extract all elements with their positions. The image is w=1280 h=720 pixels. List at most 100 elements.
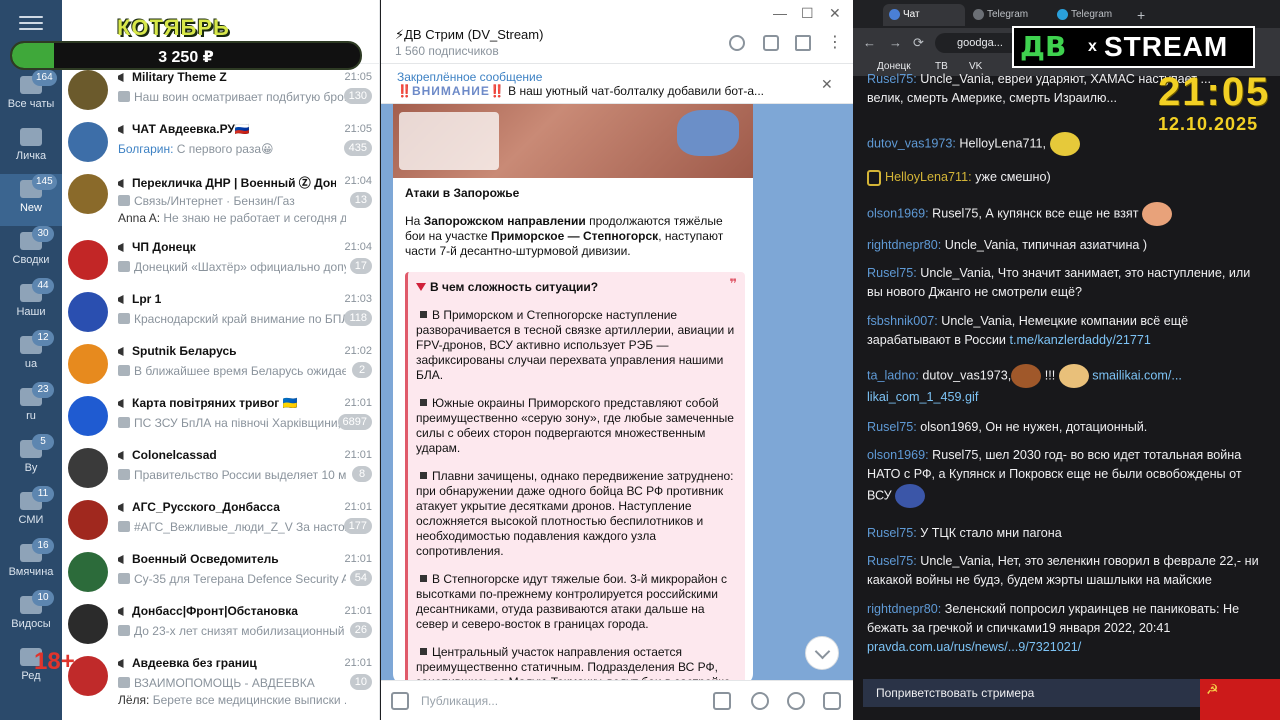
chat-list-item[interactable]: Авдеевка без границ 21:01 ВЗАИМОПОМОЩЬ -… [62, 652, 379, 707]
chat-username[interactable]: HelloyLena711: [885, 170, 972, 184]
chat-list-item[interactable]: ЧП Донецк 21:04 Донецкий «Шахтёр» официа… [62, 236, 379, 287]
rail-folder[interactable]: New 145 [0, 174, 62, 226]
back-icon[interactable]: ← [859, 32, 876, 54]
chat-username[interactable]: rightdnepr80: [867, 602, 941, 616]
close-icon[interactable]: ✕ [829, 5, 841, 22]
camera-icon[interactable] [823, 692, 841, 710]
chat-username[interactable]: rightdnepr80: [867, 238, 941, 252]
bell-icon[interactable] [751, 692, 769, 710]
more-icon[interactable]: ⋮ [827, 32, 843, 52]
greet-streamer-input[interactable]: Поприветствовать стримера [863, 679, 1217, 707]
rail-folder[interactable]: By 5 [0, 434, 62, 486]
tab-chat[interactable]: Чат [883, 4, 965, 26]
menu-icon[interactable] [19, 12, 43, 30]
rail-folder[interactable]: СМИ 11 [0, 486, 62, 538]
rail-folder[interactable]: ua 12 [0, 330, 62, 382]
media-thumb-icon [118, 469, 130, 480]
unread-badge: 23 [32, 382, 54, 398]
reload-icon[interactable]: ⟳ [909, 32, 924, 54]
tab-telegram-1[interactable]: Telegram [967, 4, 1049, 26]
new-tab-icon[interactable]: + [1133, 4, 1145, 26]
rail-folder[interactable]: Сводки 30 [0, 226, 62, 278]
chat-list-item[interactable]: Перекличка ДНР | Военный Ⓩ Доне... 21:04… [62, 170, 379, 225]
tab-telegram-2[interactable]: Telegram [1051, 4, 1133, 26]
quote-bullet: Плавни зачищены, однако передвижение зат… [416, 469, 734, 558]
channel-icon [118, 125, 124, 134]
rail-folder-label: Вмячина [8, 566, 54, 578]
minimize-icon[interactable]: — [773, 5, 787, 21]
rail-folder[interactable]: Вмячина 16 [0, 538, 62, 590]
chat-username[interactable]: Rusel75: [867, 72, 917, 86]
chat-username[interactable]: fsbshnik007: [867, 314, 938, 328]
tab-strip: Чат Telegram Telegram + [853, 0, 1280, 28]
unread-badge: 10 [32, 590, 54, 606]
bullet-icon [420, 399, 427, 406]
attach-icon[interactable] [391, 692, 409, 710]
post-map-image[interactable] [393, 104, 753, 178]
chat-link[interactable]: pravda.com.ua/rus/news/...9/7321021/ [867, 640, 1081, 654]
chat-list-item[interactable]: Military Theme Z 21:05 Наш воин осматрив… [62, 66, 379, 117]
chat-list-item[interactable]: Colonelcassad 21:01 Правительство России… [62, 444, 379, 495]
chat-list-item[interactable]: Военный Осведомитель 21:01 Су-35 для Тег… [62, 548, 379, 599]
schedule-icon[interactable] [713, 692, 731, 710]
chat-username[interactable]: Rusel75: [867, 526, 917, 540]
rail-folder[interactable]: ru 23 [0, 382, 62, 434]
pinned-message[interactable]: Закреплённое сообщение ‼️ВНИМАНИЕ‼️ В на… [381, 64, 853, 104]
channel-title[interactable]: ⚡ДВ Стрим (DV_Stream) [395, 27, 543, 43]
emoji-icon[interactable] [787, 692, 805, 710]
unread-badge: 11 [32, 486, 54, 502]
chat-link[interactable]: t.me/kanzlerdaddy/21771 [1009, 333, 1150, 347]
chat-preview: В ближайшее время Беларусь ожидает ... [118, 364, 346, 378]
chat-link[interactable]: smailikai.com/... [1092, 368, 1182, 382]
rail-folder[interactable]: Видосы 10 [0, 590, 62, 642]
chat-username[interactable]: dutov_vas1973: [867, 136, 956, 150]
chat-list-item[interactable]: ЧАТ Авдеевка.РУ🇷🇺 21:05 Болгарин: С перв… [62, 118, 379, 169]
chat-link[interactable]: likai_com_1_459.gif [867, 390, 978, 404]
age-rating: 18+ [34, 648, 75, 675]
chat-list: Military Theme Z 21:05 Наш воин осматрив… [62, 0, 380, 720]
chat-list-item[interactable]: Карта повітряних тривог 🇺🇦 21:01 ПС ЗСУ … [62, 392, 379, 443]
forward-icon[interactable]: → [885, 32, 902, 54]
channel-header: — ☐ ✕ ⚡ДВ Стрим (DV_Stream) 1 560 подпис… [381, 0, 853, 64]
unpin-icon[interactable]: ✕ [821, 76, 833, 93]
rail-folder-label: Наши [16, 306, 46, 318]
chat-username[interactable]: olson1969: [867, 206, 929, 220]
rail-folder[interactable]: Все чаты 164 [0, 70, 62, 122]
bullet-icon [420, 472, 427, 479]
unread-count: 54 [349, 570, 372, 586]
chat-title: ЧП Донецк [118, 240, 336, 254]
post-heading: Атаки в Запорожье [405, 186, 520, 200]
chat-list-item[interactable]: Lpr 1 21:03 Краснодарский край внимание … [62, 288, 379, 339]
chat-title: Военный Осведомитель [118, 552, 336, 566]
rail-folder[interactable]: Наши 44 [0, 278, 62, 330]
chat-username[interactable]: Rusel75: [867, 554, 917, 568]
chat-username[interactable]: olson1969: [867, 448, 929, 462]
live-chat-icon[interactable] [763, 35, 779, 51]
compose-input[interactable]: Публикация... [421, 694, 498, 708]
sailor-emote-icon [895, 484, 926, 508]
moderator-badge-icon [867, 169, 881, 186]
stream-clock: 21:05 [1158, 70, 1271, 114]
chat-username[interactable]: Rusel75: [867, 266, 917, 280]
rail-folder-label: New [19, 202, 42, 214]
search-icon[interactable] [729, 35, 745, 51]
rail-folder[interactable]: Личка [0, 122, 62, 174]
stream-logo: ДВ x STREAM [1012, 26, 1255, 68]
stream-chat-message: olson1969: Rusel75, А купянск все еще не… [867, 202, 1259, 226]
donation-amount: 3 250 ₽ [158, 49, 214, 66]
chat-avatar [68, 604, 108, 644]
chat-preview: Болгарин: С первого раза😀 [118, 142, 274, 156]
rail-folder-label: Видосы [11, 618, 51, 630]
chat-list-item[interactable]: Донбасс|Фронт|Обстановка 21:01 До 23-х л… [62, 600, 379, 651]
scroll-down-button[interactable] [805, 636, 839, 670]
chat-list-item[interactable]: Sputnik Беларусь 21:02 В ближайшее время… [62, 340, 379, 391]
chat-username[interactable]: Rusel75: [867, 420, 917, 434]
chat-text: Rusel75, А купянск все еще не взят [928, 206, 1139, 221]
chat-avatar [68, 240, 108, 280]
chat-title: Lpr 1 [118, 292, 336, 306]
media-thumb-icon [118, 521, 130, 532]
chat-username[interactable]: ta_ladno: [867, 368, 919, 382]
chat-list-item[interactable]: АГС_Русского_Донбасса 21:01 #АГС_Вежливы… [62, 496, 379, 547]
maximize-icon[interactable]: ☐ [801, 5, 814, 22]
sidebar-toggle-icon[interactable] [795, 35, 811, 51]
